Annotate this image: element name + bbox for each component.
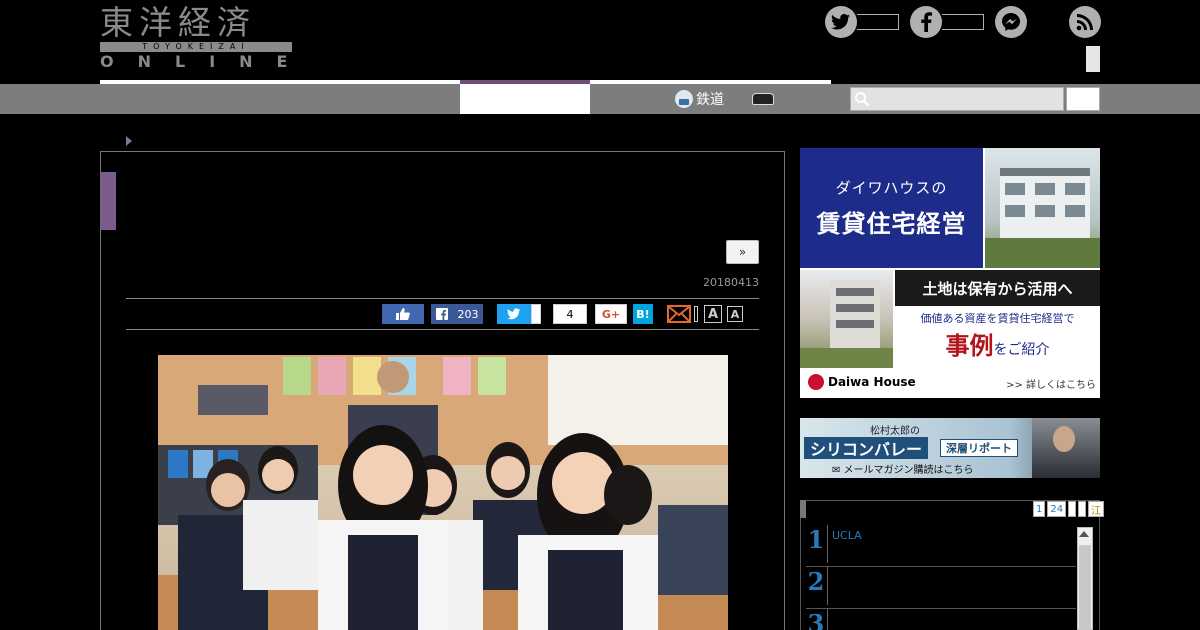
ranking-number: 3 — [807, 609, 825, 630]
ad-line2: 賃貸住宅経営 — [816, 210, 967, 238]
daiwa-house-ad[interactable]: ダイワハウスの 賃貸住宅経営 土地は保有から活用へ 価値ある資産を賃貸住宅経営で… — [800, 148, 1100, 398]
title-accent-bar — [100, 172, 116, 230]
nav-item-label: 鉄道 — [696, 92, 724, 108]
ranking-head-mark — [800, 500, 806, 518]
page: 東洋経済 TOYOKEIZAI ONLINE 鉄道 » 20180413 203… — [0, 0, 1200, 630]
mail-icon[interactable] — [667, 305, 691, 323]
ranking-item[interactable]: 3 — [806, 609, 1076, 630]
ad-case-big: 事例 — [945, 332, 994, 360]
nav-item-car[interactable] — [752, 88, 774, 110]
brand-name: Daiwa House — [828, 375, 916, 389]
banner-tag: 深層リポート — [940, 439, 1018, 457]
font-size-small-button[interactable]: A — [727, 306, 743, 322]
scroll-up-icon[interactable] — [1079, 531, 1089, 537]
messenger-icon — [995, 6, 1027, 38]
ranking-separator — [827, 567, 828, 605]
twitter-share-count — [531, 304, 541, 324]
pocket-button[interactable]: 4 — [553, 304, 587, 324]
search-button[interactable] — [1066, 87, 1100, 111]
logo-kanji: 東洋経済 — [100, 3, 256, 42]
ranking-tab[interactable] — [1068, 501, 1077, 517]
article-photo — [158, 355, 728, 630]
logo-roman: TOYOKEIZAI — [100, 42, 292, 52]
search-icon — [855, 92, 870, 107]
google-plus-button[interactable]: G+ — [595, 304, 627, 324]
banner-mail-cta: ✉ メールマガジン購読はこちら — [832, 465, 974, 476]
scrollbar-thumb[interactable] — [1079, 545, 1091, 630]
like-button[interactable] — [382, 304, 424, 324]
thumbs-up-icon — [396, 308, 410, 320]
daiwa-mark-icon — [808, 374, 824, 390]
ad-line1: ダイワハウスの — [835, 179, 948, 197]
nav-item-railway[interactable]: 鉄道 — [675, 88, 724, 110]
separator — [694, 306, 698, 322]
facebook-share-button[interactable]: 203 — [431, 304, 483, 324]
author-head — [1053, 426, 1075, 452]
rss-icon — [1069, 6, 1101, 38]
banner-title: シリコンバレー — [804, 437, 929, 459]
ranking-item[interactable]: 2 — [806, 567, 1076, 609]
ranking-separator — [827, 609, 828, 630]
ranking-number: 2 — [807, 567, 825, 596]
ad-blue-panel: ダイワハウスの 賃貸住宅経営 — [800, 148, 983, 268]
twitter-icon — [507, 308, 521, 320]
ranking-title: UCLA — [832, 529, 862, 542]
ad-more-link[interactable]: >> 詳しくはこちら — [1000, 376, 1096, 391]
ad-subline: 価値ある資産を賃貸住宅経営で — [920, 312, 1075, 325]
car-icon — [752, 93, 774, 105]
ranking-tabs: 1 24 江 — [1033, 501, 1105, 517]
divider — [126, 298, 759, 299]
ad-case-rest: をご紹介 — [993, 342, 1050, 358]
ranking-item[interactable]: 1 UCLA — [806, 525, 1076, 567]
ranking-separator — [827, 525, 828, 563]
divider — [126, 329, 759, 330]
facebook-follow[interactable] — [910, 6, 984, 38]
site-logo[interactable]: 東洋経済 TOYOKEIZAI ONLINE — [100, 6, 295, 70]
facebook-count — [942, 14, 984, 30]
header-widget[interactable] — [1086, 46, 1100, 72]
logo-online: ONLINE — [100, 52, 312, 71]
more-button[interactable]: » — [726, 240, 759, 264]
ranking-number: 1 — [807, 525, 825, 554]
rss-button[interactable] — [1069, 6, 1101, 38]
ranking-tab[interactable] — [1078, 501, 1087, 517]
twitter-share-button[interactable] — [497, 304, 531, 324]
ranking-list: 1 UCLA 2 3 — [806, 525, 1076, 630]
pocket-count: 4 — [566, 307, 574, 321]
twitter-icon — [825, 6, 857, 38]
font-size-large-button[interactable]: A — [704, 305, 722, 323]
ad-case-line: 事例をご紹介 — [895, 326, 1100, 361]
facebook-share-count: 203 — [457, 307, 479, 321]
train-icon — [675, 90, 693, 108]
hatena-bookmark-button[interactable]: B! — [633, 304, 653, 324]
banner-author: 松村太郎の — [870, 426, 920, 437]
ad-building-image — [800, 270, 893, 368]
nav-active-tab[interactable] — [460, 84, 590, 114]
facebook-icon — [910, 6, 942, 38]
ranking-tab[interactable]: 江 — [1088, 501, 1105, 517]
ad-building-image — [985, 148, 1100, 268]
facebook-icon — [435, 308, 448, 320]
messenger-button[interactable] — [995, 6, 1027, 38]
share-bar: 203 4 G+ B! A A — [382, 304, 743, 324]
ranking-tab-1h[interactable]: 1 — [1033, 501, 1046, 517]
article-date: 20180413 — [703, 276, 759, 289]
twitter-count — [857, 14, 899, 30]
breadcrumb-arrow-icon — [126, 136, 132, 146]
daiwa-house-logo: Daiwa House — [808, 374, 916, 390]
twitter-follow[interactable] — [825, 6, 899, 38]
silicon-valley-report-banner[interactable]: 松村太郎の シリコンバレー 深層リポート ✉ メールマガジン購読はこちら — [800, 418, 1100, 478]
ad-headline: 土地は保有から活用へ — [895, 270, 1100, 306]
ranking-tab-24h[interactable]: 24 — [1047, 501, 1067, 517]
search-input[interactable] — [850, 87, 1064, 111]
